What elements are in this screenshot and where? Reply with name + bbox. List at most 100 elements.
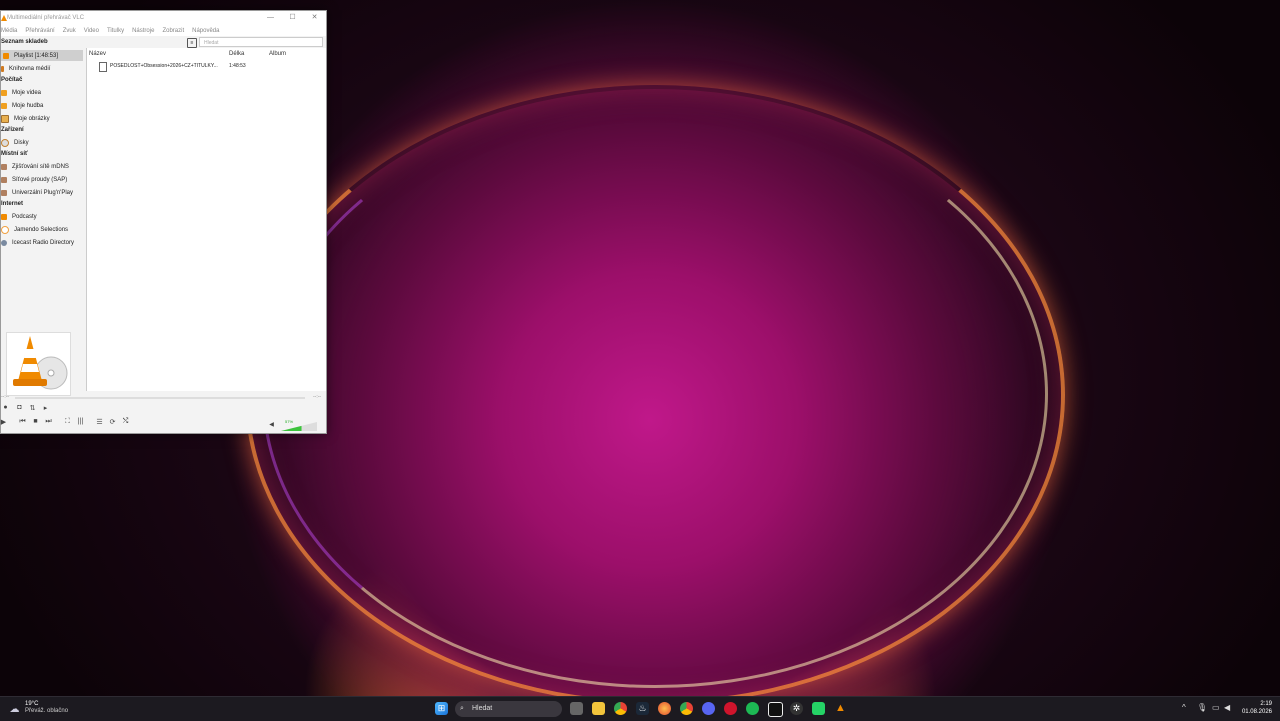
snapshot-icon[interactable]: ◘ [15, 404, 24, 411]
record-icon[interactable]: ● [1, 404, 10, 411]
menu-media[interactable]: Média [1, 28, 17, 34]
playlist-view: Název Délka Album POSEDLOST+Obsession+20… [86, 48, 326, 391]
sidebar-item-upnp[interactable]: Univerzální Plug'n'Play [1, 187, 73, 198]
frame-step-icon[interactable]: ▸ [41, 404, 50, 412]
shuffle-icon[interactable]: ⤭ [121, 418, 130, 426]
playlist-toggle-icon[interactable]: ☰ [95, 418, 104, 426]
video-folder-icon [1, 89, 7, 96]
clock-date: 01.08.2026 [1241, 709, 1272, 715]
chrome-beta-icon[interactable] [680, 702, 693, 715]
spotify-icon[interactable] [746, 702, 759, 715]
sidebar-item-jamendo[interactable]: Jamendo Selections [1, 224, 68, 235]
firefox-icon[interactable] [658, 702, 671, 715]
sidebar-item-icecast[interactable]: Icecast Radio Directory [1, 237, 74, 248]
menu-audio[interactable]: Zvuk [63, 28, 76, 34]
menu-help[interactable]: Nápověda [192, 28, 219, 34]
picture-folder-icon [1, 114, 9, 123]
weather-text: Převáž. oblačno [25, 708, 69, 714]
window-title: Multimediální přehrávač VLC [7, 15, 85, 21]
elapsed-time: --:-- [1, 394, 10, 400]
menu-view[interactable]: Zobrazit [162, 28, 184, 34]
minimize-button[interactable]: — [259, 11, 282, 25]
chatgpt-icon[interactable]: ✲ [790, 702, 803, 715]
vlc-taskbar-icon[interactable]: ▲ [834, 702, 847, 715]
network-icon [1, 163, 7, 170]
sidebar-item-music[interactable]: Moje hudba [1, 100, 43, 111]
close-button[interactable]: ✕ [303, 11, 326, 25]
steam-icon[interactable]: ♨ [636, 702, 649, 715]
playlist-toolbar: Seznam skladeb ≡ Hledat [1, 37, 326, 48]
row-name: POSEDLOST+Obsession+2026+CZ+TITULKY... [110, 63, 218, 69]
next-icon[interactable]: ⏭ [44, 418, 53, 426]
podcast-icon [1, 213, 7, 220]
playlist-icon [3, 52, 9, 59]
search-input[interactable]: Hledat [199, 37, 323, 47]
sidebar-item-videos[interactable]: Moje videa [1, 87, 41, 98]
disc-icon [1, 138, 9, 147]
sidebar-header: Seznam skladeb [1, 39, 48, 45]
file-icon [99, 62, 107, 72]
column-length[interactable]: Délka [229, 51, 244, 57]
volume-slider[interactable] [281, 422, 317, 431]
row-length: 1:48:53 [229, 63, 246, 69]
icecast-icon [1, 239, 7, 246]
menu-bar: Média Přehrávání Zvuk Video Titulky Nást… [1, 25, 326, 36]
sidebar-item-mdns[interactable]: Zjišťování sítě mDNS [1, 161, 69, 172]
taskbar: ☁ 19°C Převáž. oblačno ⊞ ⌕ Hledat ♨ ✲ ▲ … [0, 696, 1280, 721]
vlc-cone-logo [6, 332, 71, 396]
file-explorer-icon[interactable] [592, 702, 605, 715]
sidebar-item-playlist[interactable]: Playlist [1:48:53] [3, 50, 58, 61]
menu-video[interactable]: Video [84, 28, 99, 34]
search-icon: ⌕ [460, 705, 464, 712]
task-view-icon[interactable] [570, 702, 583, 715]
music-folder-icon [1, 102, 7, 109]
sidebar-item-library[interactable]: Knihovna médií [1, 63, 50, 74]
display-icon[interactable]: ▭ [1212, 703, 1220, 712]
sidebar-item-podcasts[interactable]: Podcasty [1, 211, 37, 222]
cloud-icon: ☁ [9, 704, 20, 715]
menu-subtitles[interactable]: Titulky [107, 28, 124, 34]
volume-icon[interactable]: ◀ [1224, 703, 1230, 712]
network-icon [1, 176, 7, 183]
column-album[interactable]: Album [269, 51, 286, 57]
sidebar-item-discs[interactable]: Disky [1, 137, 29, 148]
table-row[interactable]: POSEDLOST+Obsession+2026+CZ+TITULKY... 1… [87, 61, 326, 72]
seek-bar[interactable] [15, 397, 305, 399]
menu-tools[interactable]: Nástroje [132, 28, 154, 34]
fullscreen-icon[interactable]: ⛶ [63, 418, 72, 426]
show-hidden-icons-icon[interactable]: ^ [1182, 703, 1186, 712]
column-name[interactable]: Název [89, 51, 106, 57]
remaining-time: --:-- [313, 394, 322, 400]
network-icon [1, 189, 7, 196]
loop-ab-icon[interactable]: ⇅ [28, 404, 37, 412]
title-bar: Multimediální přehrávač VLC — ☐ ✕ [1, 11, 326, 25]
sidebar-category-network: Místní síť [1, 151, 28, 157]
chrome-icon[interactable] [614, 702, 627, 715]
playlist-view-icon[interactable]: ≡ [187, 38, 197, 48]
sidebar-item-pictures[interactable]: Moje obrázky [1, 113, 50, 124]
start-button[interactable]: ⊞ [435, 702, 448, 715]
sidebar-category-devices: Zařízení [1, 127, 24, 133]
taskbar-search[interactable]: ⌕ Hledat [455, 701, 562, 717]
opera-icon[interactable] [724, 702, 737, 715]
sidebar: Playlist [1:48:53] Knihovna médií Počíta… [1, 50, 84, 396]
sidebar-category-computer: Počítač [1, 77, 23, 83]
microphone-icon[interactable]: 🎙 [1197, 703, 1207, 712]
maximize-button[interactable]: ☐ [281, 11, 304, 25]
discord-icon[interactable] [702, 702, 715, 715]
sidebar-category-internet: Internet [1, 201, 24, 207]
vlc-small-icon [1, 15, 7, 21]
speaker-icon[interactable]: ◀ [267, 421, 276, 428]
clock[interactable]: 2:19 01.08.2026 [1242, 700, 1272, 716]
library-icon [1, 65, 4, 72]
previous-icon[interactable]: ⏮ [18, 418, 27, 426]
capcut-icon[interactable] [768, 702, 783, 717]
whatsapp-icon[interactable] [812, 702, 825, 715]
extended-settings-icon[interactable]: ||| [76, 418, 85, 425]
stop-icon[interactable]: ■ [31, 418, 40, 425]
wallpaper-ring-inner [262, 100, 1048, 688]
sidebar-item-sap[interactable]: Síťové proudy (SAP) [1, 174, 67, 185]
loop-icon[interactable]: ⟳ [108, 418, 117, 426]
menu-playback[interactable]: Přehrávání [25, 28, 54, 34]
play-icon[interactable]: ▶ [0, 418, 8, 426]
